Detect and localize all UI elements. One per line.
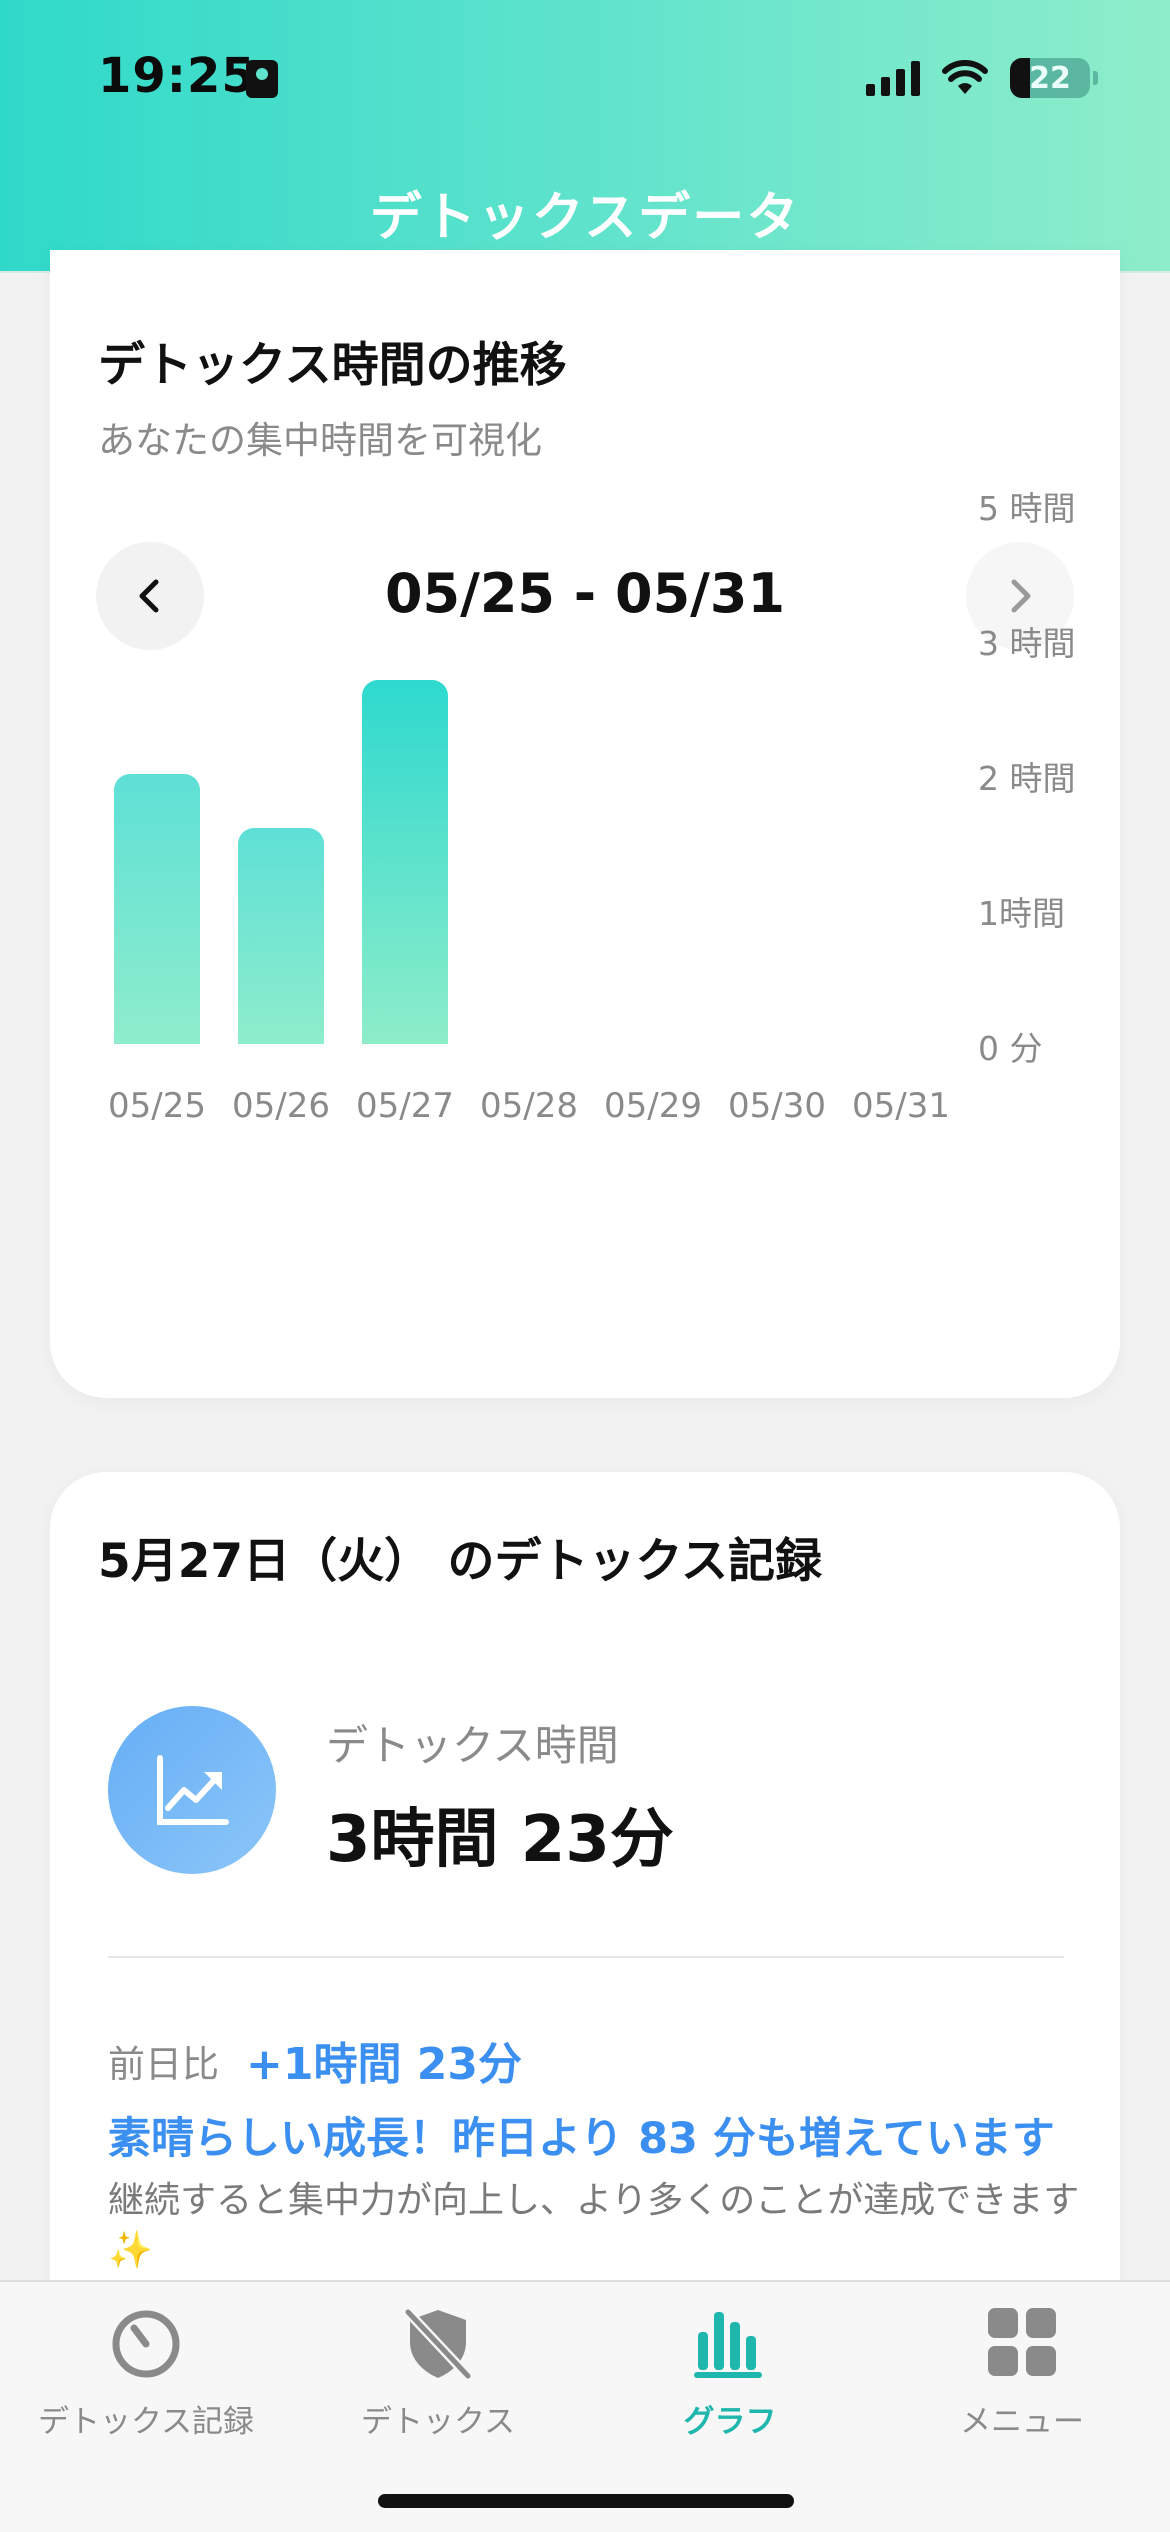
tab-label: デトックス [360,2404,516,2440]
battery-icon: 22 [1010,58,1098,98]
y-tick-label: 1時間 [978,894,1065,933]
x-tick-label: 05/27 [356,1086,454,1126]
note-text: 継続すると集中力が向上し、より多くのことが達成できます✨ [108,2180,1080,2271]
x-tick-label: 05/29 [604,1086,702,1126]
trend-card: デトックス時間の推移 あなたの集中時間を可視化 05/25 - 05/31 5 … [50,250,1120,1398]
app-header: 19:25 22 デトックスデータ [0,0,1170,273]
y-tick-label: 0 分 [978,1029,1043,1068]
y-tick-label: 5 時間 [978,489,1076,528]
id-card-icon [246,60,278,98]
tab-label: メニュー [960,2404,1084,2440]
chevron-right-icon [1011,579,1031,613]
chart-bar[interactable] [114,774,200,1044]
tab-menu[interactable]: メニュー [876,2282,1168,2482]
chart-bar[interactable] [362,679,448,1044]
y-tick-label: 2 時間 [978,759,1076,798]
chart-bar[interactable] [238,828,324,1044]
timer-icon [112,2310,180,2378]
divider [108,1956,1064,1958]
tab-label: デトックス記録 [37,2404,255,2440]
x-tick-label: 05/30 [728,1086,826,1126]
battery-level: 22 [1029,60,1071,96]
x-tick-label: 05/31 [852,1086,950,1126]
tab-detox[interactable]: デトックス [292,2282,584,2482]
x-tick-label: 05/26 [232,1086,330,1126]
grid-icon [988,2308,1056,2376]
compare-value: +1時間 23分 [246,2039,523,2090]
signal-icon [866,60,920,96]
tab-detox-record[interactable]: デトックス記録 [0,2282,292,2482]
trend-icon-badge [108,1706,276,1874]
home-indicator [378,2494,794,2508]
page-title: デトックスデータ [369,188,801,248]
y-tick-label: 3 時間 [978,624,1076,663]
compare-label: 前日比 [108,2043,219,2086]
trend-title: デトックス時間の推移 [98,338,567,393]
shield-off-icon [403,2307,473,2381]
date-range: 05/25 - 05/31 [384,562,786,625]
tab-label: グラフ [683,2404,777,2440]
metric-value: 3時間 23分 [326,1803,674,1877]
status-indicators: 22 [866,58,1098,98]
trend-up-icon [157,1755,229,1825]
trend-subtitle: あなたの集中時間を可視化 [98,419,542,462]
wifi-icon [942,60,988,94]
praise-text: 素晴らしい成長！昨日より 83 分も増えています [108,2114,1055,2164]
tab-graph[interactable]: グラフ [584,2282,876,2482]
x-tick-label: 05/28 [480,1086,578,1126]
status-time: 19:25 [98,48,256,104]
x-tick-label: 05/25 [108,1086,206,1126]
metric-label: デトックス時間 [326,1721,619,1770]
record-title: 5月27日（火） のデトックス記録 [98,1534,823,1589]
bar-chart-icon [694,2312,762,2378]
